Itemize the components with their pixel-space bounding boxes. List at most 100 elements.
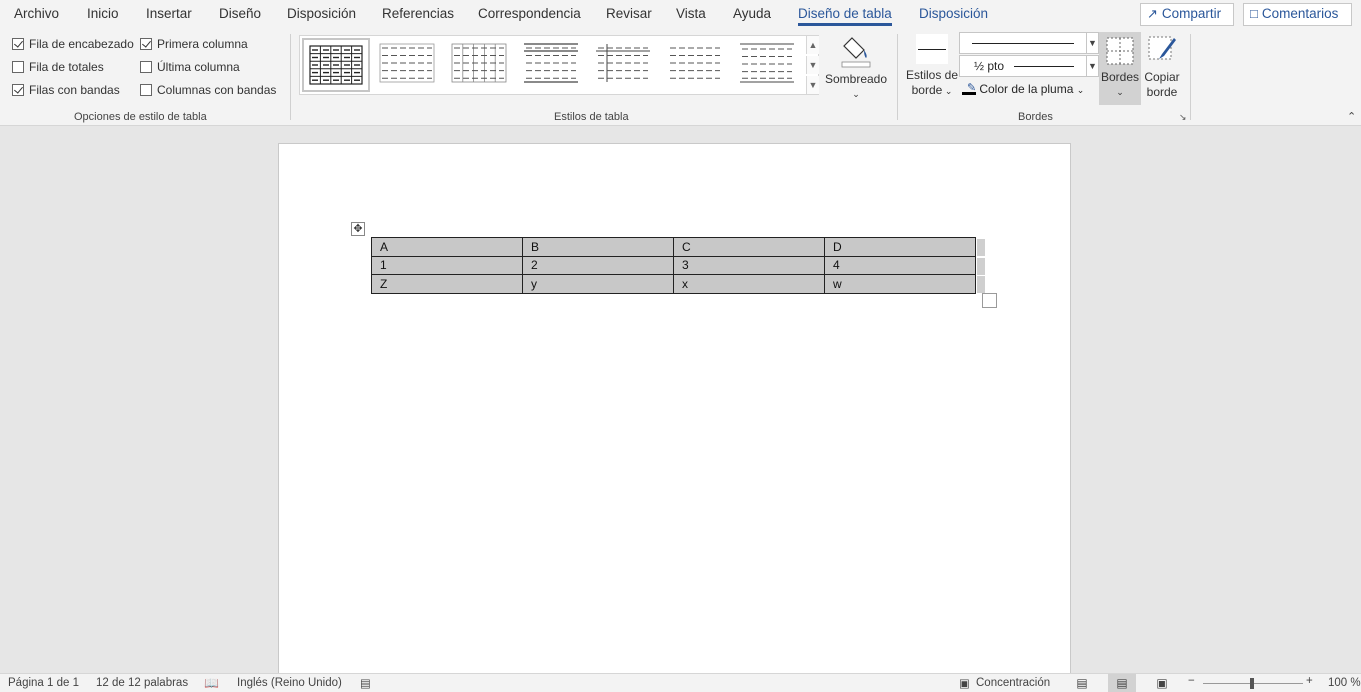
table-cell[interactable]: A	[371, 237, 523, 257]
table-cell[interactable]: w	[824, 274, 976, 294]
checkbox-label: Última columna	[157, 60, 240, 74]
tab-vista[interactable]: Vista	[676, 6, 706, 21]
tab-referencias[interactable]: Referencias	[382, 6, 454, 21]
table-style-plain-6[interactable]	[734, 38, 802, 92]
group-label-borders: Bordes	[1018, 111, 1053, 123]
print-layout-icon[interactable]: ▤	[1108, 674, 1136, 692]
ribbon: Fila de encabezado Fila de totales Filas…	[0, 30, 1361, 126]
tab-inicio[interactable]: Inicio	[87, 6, 119, 21]
table-cell[interactable]: D	[824, 237, 976, 257]
tab-insertar[interactable]: Insertar	[146, 6, 192, 21]
table-cell[interactable]: 4	[824, 255, 976, 275]
chevron-down-icon: ▼	[1086, 33, 1098, 53]
border-painter-button[interactable]: Copiar borde	[1141, 34, 1183, 104]
table-style-plain-5[interactable]	[662, 38, 730, 92]
table-cell[interactable]: B	[522, 237, 674, 257]
zoom-out-button[interactable]: −	[1188, 675, 1195, 687]
border-styles-label-1: Estilos de	[905, 68, 959, 82]
chevron-down-icon: ⌄	[1076, 85, 1085, 95]
checkbox-label: Fila de encabezado	[29, 37, 134, 51]
table-cell[interactable]: 3	[673, 255, 825, 275]
pen-color-label: Color de la pluma	[979, 82, 1074, 96]
dialog-launcher-icon[interactable]: ↘	[1179, 112, 1187, 123]
table-cell[interactable]: y	[522, 274, 674, 294]
checkbox-unchecked-icon	[140, 61, 152, 73]
tab-revisar[interactable]: Revisar	[606, 6, 652, 21]
focus-icon: ▣	[959, 678, 970, 690]
checkbox-header-row[interactable]: Fila de encabezado	[12, 37, 134, 53]
table-style-plain-1[interactable]	[374, 38, 442, 92]
table-style-plain-2[interactable]	[446, 38, 514, 92]
comment-icon: □	[1250, 6, 1258, 21]
share-icon: ↗	[1147, 6, 1158, 21]
page-count[interactable]: Página 1 de 1	[8, 677, 79, 689]
table-cell[interactable]: C	[673, 237, 825, 257]
document-table[interactable]: A B C D 1 2 3 4 Z y x w	[371, 237, 976, 294]
borders-icon	[1106, 37, 1134, 65]
table-style-grid[interactable]	[302, 38, 370, 92]
accessibility-icon[interactable]: ▤	[360, 676, 371, 690]
checkbox-label: Primera columna	[157, 37, 248, 51]
zoom-in-button[interactable]: +	[1306, 675, 1313, 687]
checkbox-last-column[interactable]: Última columna	[140, 60, 240, 76]
border-style-preview-icon	[916, 34, 948, 64]
borders-button[interactable]: Bordes ⌄	[1099, 32, 1141, 105]
checkbox-label: Fila de totales	[29, 60, 104, 74]
pen-color-button[interactable]: ✎ Color de la pluma ⌄	[962, 81, 1084, 96]
table-move-handle-icon[interactable]: ✥	[351, 222, 365, 236]
tab-archivo[interactable]: Archivo	[14, 6, 59, 21]
proofing-icon[interactable]: 📖	[204, 676, 219, 690]
table-style-plain-3[interactable]	[518, 38, 586, 92]
table-cell[interactable]: x	[673, 274, 825, 294]
border-styles-label-2: borde	[911, 83, 943, 97]
line-weight-value: ½ pto	[974, 59, 1005, 73]
collapse-ribbon-icon[interactable]: ⌃	[1347, 110, 1356, 123]
table-row: A B C D	[371, 237, 976, 257]
zoom-slider-thumb[interactable]	[1250, 678, 1254, 689]
table-resize-handle[interactable]	[982, 293, 997, 308]
comments-button[interactable]: □ Comentarios	[1243, 3, 1352, 26]
group-separator	[290, 34, 291, 120]
checkbox-checked-icon	[12, 84, 24, 96]
word-count[interactable]: 12 de 12 palabras	[96, 677, 188, 689]
status-bar: Página 1 de 1 12 de 12 palabras 📖 Inglés…	[0, 673, 1361, 692]
checkbox-banded-columns[interactable]: Columnas con bandas	[140, 83, 276, 99]
checkbox-label: Columnas con bandas	[157, 83, 277, 97]
read-mode-icon[interactable]: ▤	[1068, 674, 1096, 692]
tab-ayuda[interactable]: Ayuda	[733, 6, 771, 21]
share-button[interactable]: ↗ Compartir	[1140, 3, 1234, 26]
zoom-slider[interactable]	[1203, 678, 1303, 689]
web-layout-icon[interactable]: ▣	[1148, 674, 1176, 692]
chevron-down-icon: ⌄	[852, 89, 860, 99]
shading-label: Sombreado	[824, 72, 888, 86]
gallery-scroll-up-button[interactable]: ▲	[806, 36, 819, 54]
table-cell[interactable]: Z	[371, 274, 523, 294]
tab-disposicion[interactable]: Disposición	[287, 6, 356, 21]
document-page[interactable]	[278, 143, 1071, 673]
zoom-level[interactable]: 100 %	[1328, 677, 1361, 689]
table-cell[interactable]: 1	[371, 255, 523, 275]
focus-mode-button[interactable]: Concentración	[976, 677, 1050, 689]
checkbox-total-row[interactable]: Fila de totales	[12, 60, 104, 76]
checkbox-banded-rows[interactable]: Filas con bandas	[12, 83, 120, 99]
border-styles-button[interactable]: Estilos de borde ⌄	[903, 34, 961, 104]
checkbox-checked-icon	[12, 38, 24, 50]
checkbox-checked-icon	[140, 38, 152, 50]
language-status[interactable]: Inglés (Reino Unido)	[237, 677, 342, 689]
table-style-plain-4[interactable]	[590, 38, 658, 92]
tab-diseno[interactable]: Diseño	[219, 6, 261, 21]
gallery-more-button[interactable]: ▼	[806, 76, 819, 94]
ribbon-tab-bar: Archivo Inicio Insertar Diseño Disposici…	[0, 0, 1361, 30]
table-row: 1 2 3 4	[371, 255, 976, 275]
gallery-scroll-down-button[interactable]: ▼	[806, 56, 819, 74]
line-weight-select[interactable]: ½ pto ▼	[959, 55, 1099, 77]
shading-button[interactable]: Sombreado ⌄	[822, 34, 890, 102]
tab-correspondencia[interactable]: Correspondencia	[478, 6, 581, 21]
tab-diseno-de-tabla[interactable]: Diseño de tabla	[798, 6, 892, 26]
tab-disposicion-tabla[interactable]: Disposición	[919, 6, 988, 21]
line-style-select[interactable]: ▼	[959, 32, 1099, 54]
table-cell[interactable]: 2	[522, 255, 674, 275]
checkbox-first-column[interactable]: Primera columna	[140, 37, 248, 53]
border-painter-label-2: borde	[1146, 85, 1178, 99]
share-label: Compartir	[1161, 6, 1222, 21]
